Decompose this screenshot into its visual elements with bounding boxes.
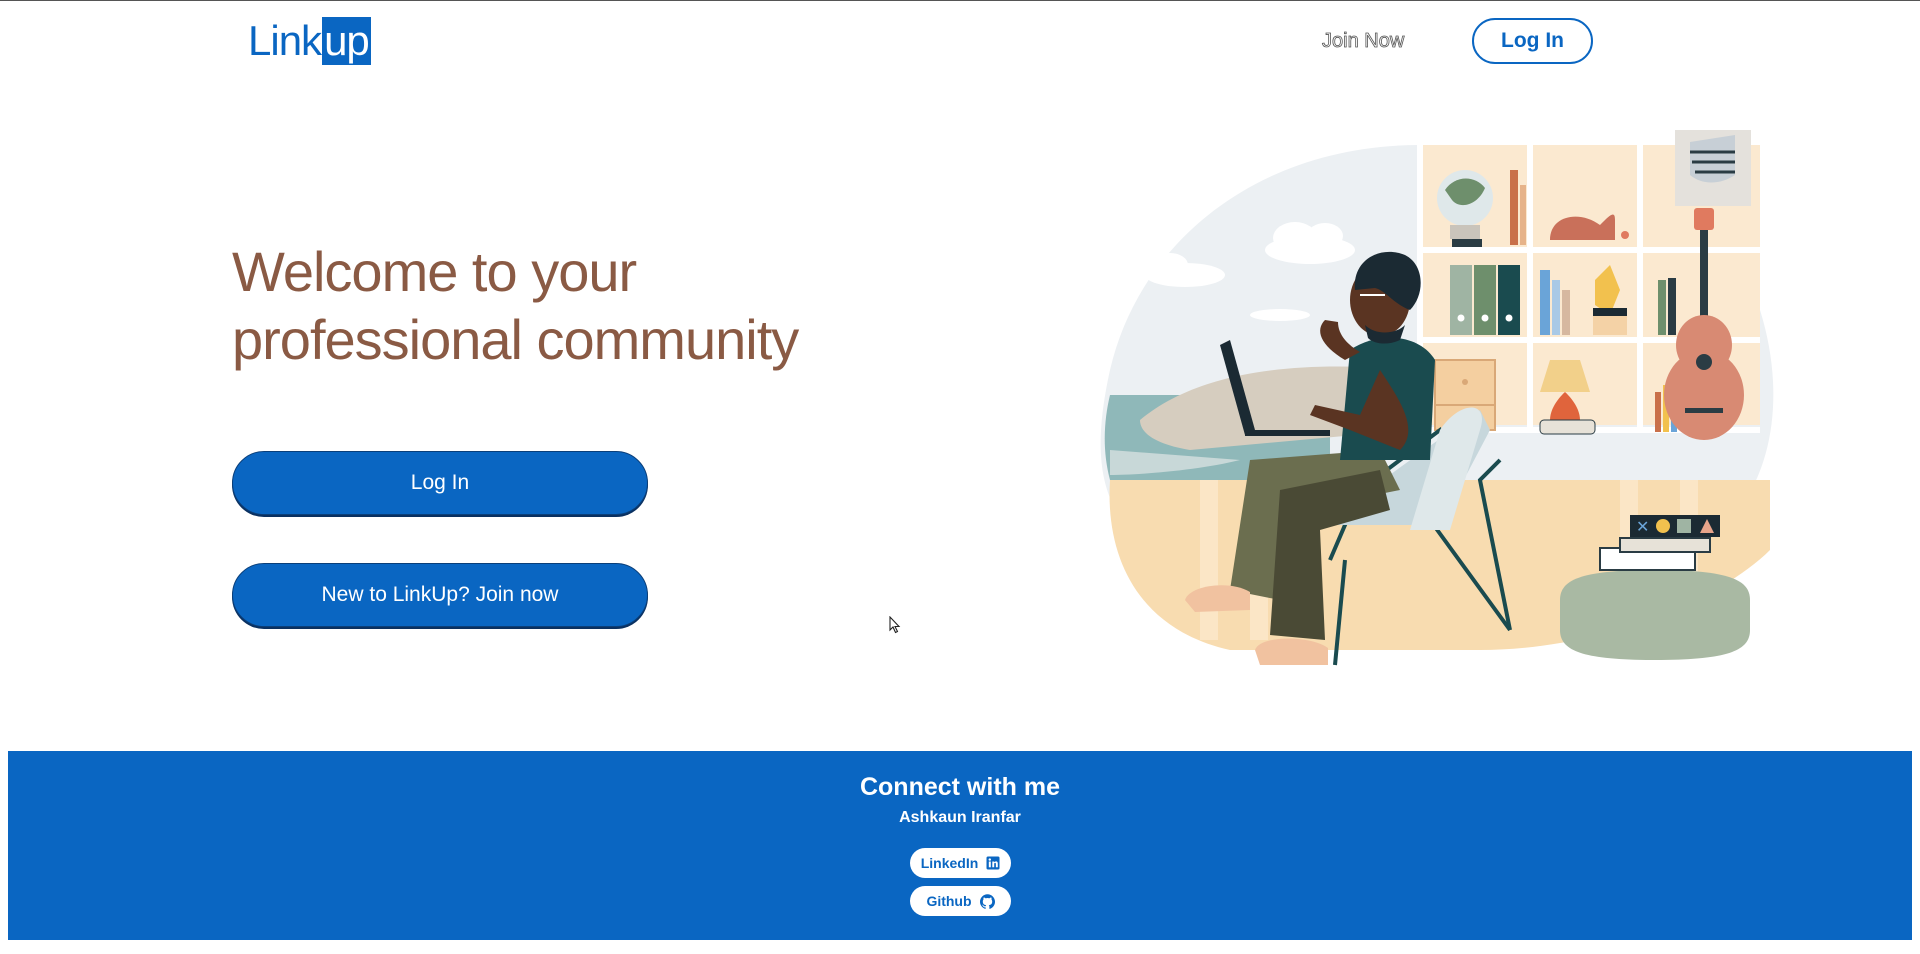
hero-login-button[interactable]: Log In bbox=[232, 451, 648, 515]
hero-illustration: ✕ bbox=[1100, 130, 1774, 666]
svg-text:✕: ✕ bbox=[1636, 517, 1649, 536]
site-footer: Connect with me Ashkaun Iranfar LinkedIn… bbox=[8, 751, 1912, 940]
linkedin-icon bbox=[986, 856, 1000, 870]
site-header: Link up Join Now Log In bbox=[0, 0, 1920, 90]
mouse-cursor-icon bbox=[889, 616, 901, 634]
header-login-button[interactable]: Log In bbox=[1472, 18, 1593, 64]
github-button[interactable]: Github bbox=[910, 886, 1011, 916]
linkedin-button[interactable]: LinkedIn bbox=[910, 848, 1011, 878]
github-label: Github bbox=[926, 893, 972, 909]
logo-text-link: Link bbox=[248, 17, 322, 64]
hero-join-button[interactable]: New to LinkUp? Join now bbox=[232, 563, 648, 627]
logo-text-up: up bbox=[322, 17, 371, 65]
footer-author-name: Ashkaun Iranfar bbox=[899, 809, 1021, 826]
header-join-now-link[interactable]: Join Now bbox=[1322, 30, 1405, 53]
pouf-figure bbox=[1560, 570, 1750, 660]
github-icon bbox=[979, 893, 995, 909]
linkedin-label: LinkedIn bbox=[920, 855, 979, 871]
linkup-logo[interactable]: Link up bbox=[248, 17, 371, 65]
footer-title: Connect with me bbox=[859, 773, 1060, 801]
hero-title: Welcome to your professional community bbox=[232, 240, 799, 371]
